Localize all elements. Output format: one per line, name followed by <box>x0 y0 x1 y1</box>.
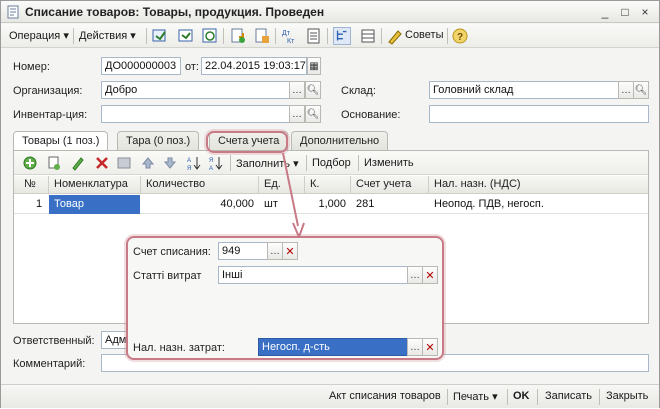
expense-item-clear-icon[interactable]: ✕ <box>422 266 438 284</box>
save-button[interactable]: Записать <box>545 390 592 402</box>
expense-item-select-button[interactable]: … <box>407 266 423 284</box>
writeoff-account-label: Счет списания: <box>133 246 211 258</box>
writeoff-account-field[interactable]: 949 <box>218 242 268 260</box>
writeoff-account-clear-icon[interactable]: ✕ <box>282 242 298 260</box>
form-footer: Акт списания товаров Печать ▾ OK Записат… <box>1 384 659 408</box>
tax-purpose-field[interactable]: Негосп. д-сть <box>258 338 408 356</box>
expense-item-label: Статті витрат <box>133 270 202 282</box>
ok-button[interactable]: OK <box>513 390 530 402</box>
close-button[interactable]: Закрыть <box>606 390 648 402</box>
writeoff-account-select-button[interactable]: … <box>267 242 283 260</box>
accounts-callout: Счет списания: 949 … ✕ Статті витрат Інш… <box>126 236 444 360</box>
tax-purpose-clear-icon[interactable]: ✕ <box>422 338 438 356</box>
tax-purpose-select-button[interactable]: … <box>407 338 423 356</box>
print-menu[interactable]: Печать ▾ <box>453 390 498 403</box>
tab-highlight <box>206 131 288 153</box>
tax-purpose-label: Нал. назн. затрат: <box>133 342 225 354</box>
act-print-button[interactable]: Акт списания товаров <box>329 390 441 402</box>
footer-separator <box>599 389 600 405</box>
footer-separator <box>507 389 508 405</box>
document-window: Списание товаров: Товары, продукция. Про… <box>0 0 660 408</box>
expense-item-field[interactable]: Інші <box>218 266 408 284</box>
footer-separator <box>447 389 448 405</box>
footer-separator <box>537 389 538 405</box>
